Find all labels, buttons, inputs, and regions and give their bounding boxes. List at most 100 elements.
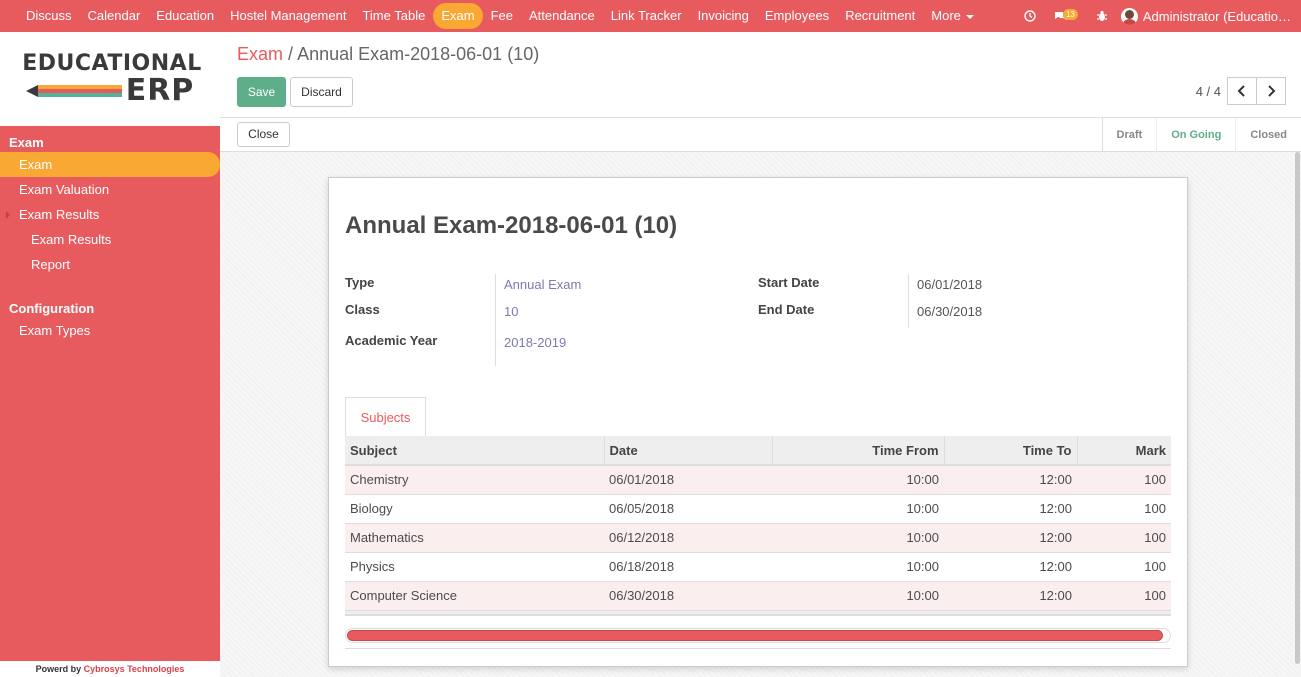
divider: [345, 648, 1171, 649]
column-header-time-from[interactable]: Time From: [772, 436, 945, 466]
sidebar-item-exam[interactable]: Exam: [0, 152, 220, 177]
table-footer-row: [345, 610, 1171, 616]
message-count-badge: 13: [1062, 8, 1078, 20]
bug-icon[interactable]: [1096, 10, 1108, 22]
type-field[interactable]: Annual Exam: [504, 277, 581, 292]
clock-icon[interactable]: [1024, 10, 1036, 22]
table-row[interactable]: Mathematics 06/12/2018 10:00 12:00 100: [345, 523, 1171, 553]
sidebar-item-exam-results-group[interactable]: Exam Results: [0, 202, 220, 227]
column-header-time-to[interactable]: Time To: [944, 436, 1078, 466]
cell-time-from: 10:00: [772, 581, 944, 611]
menu-item-education[interactable]: Education: [148, 3, 222, 29]
pager: 4 / 4: [1196, 77, 1286, 105]
type-label: Type: [345, 275, 375, 290]
menu-item-time-table[interactable]: Time Table: [354, 3, 433, 29]
control-panel: Exam / Annual Exam-2018-06-01 (10) Save …: [220, 32, 1301, 118]
cell-mark: 100: [1077, 523, 1171, 553]
top-navbar: Discuss Calendar Education Hostel Manage…: [0, 0, 1301, 32]
horizontal-scrollbar[interactable]: [345, 628, 1171, 643]
app-menu: Discuss Calendar Education Hostel Manage…: [0, 0, 982, 32]
logo-text-erp: ERP: [125, 73, 195, 108]
sidebar-item-exam-valuation[interactable]: Exam Valuation: [0, 177, 220, 202]
cell-time-from: 10:00: [772, 465, 944, 495]
breadcrumb-current: Annual Exam-2018-06-01 (10): [297, 44, 540, 64]
menu-item-recruitment[interactable]: Recruitment: [837, 3, 923, 29]
menu-item-hostel-management[interactable]: Hostel Management: [222, 3, 354, 29]
pencil-icon: [25, 81, 122, 101]
scrollbar-thumb[interactable]: [347, 630, 1163, 641]
sidebar-item-label: Exam Results: [19, 207, 100, 222]
menu-item-employees[interactable]: Employees: [757, 3, 837, 29]
column-header-mark[interactable]: Mark: [1077, 436, 1171, 466]
cell-date: 06/18/2018: [604, 552, 772, 582]
discard-button[interactable]: Discard: [290, 77, 353, 107]
cell-time-to: 12:00: [944, 465, 1077, 495]
sidebar-item-exam-types[interactable]: Exam Types: [0, 318, 220, 343]
end-date-field[interactable]: 06/30/2018: [917, 304, 982, 319]
stage-closed[interactable]: Closed: [1235, 118, 1301, 152]
avatar: [1120, 7, 1138, 25]
menu-item-fee[interactable]: Fee: [483, 3, 521, 29]
sidebar-section-exam: Exam: [9, 135, 44, 150]
powered-brand-link[interactable]: Cybrosys Technologies: [84, 664, 185, 674]
menu-item-attendance[interactable]: Attendance: [521, 3, 603, 29]
stage-draft[interactable]: Draft: [1103, 118, 1157, 152]
menu-item-link-tracker[interactable]: Link Tracker: [603, 3, 690, 29]
table-row[interactable]: Computer Science 06/30/2018 10:00 12:00 …: [345, 581, 1171, 611]
menu-item-invoicing[interactable]: Invoicing: [690, 3, 757, 29]
menu-item-exam[interactable]: Exam: [433, 3, 483, 29]
cell-time-to: 12:00: [944, 523, 1077, 553]
pager-value[interactable]: 4 / 4: [1196, 84, 1221, 99]
stage-pipeline: Draft On Going Closed: [1101, 118, 1301, 152]
menu-item-more[interactable]: More: [923, 3, 982, 29]
academic-year-field[interactable]: 2018-2019: [504, 335, 566, 350]
cell-mark: 100: [1077, 581, 1171, 611]
column-header-date[interactable]: Date: [604, 436, 773, 466]
cell-date: 06/30/2018: [604, 581, 772, 611]
column-header-subject[interactable]: Subject: [345, 436, 605, 466]
table-row[interactable]: Biology 06/05/2018 10:00 12:00 100: [345, 494, 1171, 524]
cell-mark: 100: [1077, 552, 1171, 582]
more-label: More: [931, 8, 961, 23]
pager-previous-button[interactable]: [1227, 77, 1257, 105]
caret-down-icon: [965, 14, 974, 19]
breadcrumb-separator: /: [288, 44, 294, 64]
company-logo[interactable]: EDUCATIONAL ERP: [0, 32, 220, 126]
cell-date: 06/01/2018: [604, 465, 772, 495]
messaging-icon[interactable]: 13: [1054, 8, 1078, 22]
class-field[interactable]: 10: [504, 304, 518, 319]
close-button[interactable]: Close: [237, 122, 290, 147]
status-bar: Close Draft On Going Closed: [220, 118, 1301, 152]
sidebar: EDUCATIONAL ERP Exam Exam Exam Valuation…: [0, 32, 220, 677]
stage-on-going[interactable]: On Going: [1156, 118, 1235, 152]
breadcrumb: Exam / Annual Exam-2018-06-01 (10): [237, 44, 539, 65]
caret-right-icon: [6, 211, 10, 219]
pager-next-button[interactable]: [1256, 77, 1286, 105]
table-row[interactable]: Chemistry 06/01/2018 10:00 12:00 100: [345, 465, 1171, 495]
table-row[interactable]: Physics 06/18/2018 10:00 12:00 100: [345, 552, 1171, 582]
tab-subjects[interactable]: Subjects: [345, 397, 426, 437]
cell-time-to: 12:00: [944, 552, 1077, 582]
menu-item-discuss[interactable]: Discuss: [18, 3, 80, 29]
field-divider: [495, 274, 496, 366]
cell-subject: Biology: [345, 494, 604, 524]
sidebar-item-report[interactable]: Report: [0, 252, 220, 277]
table-header-row: Subject Date Time From Time To Mark: [345, 436, 1171, 466]
cell-time-to: 12:00: [944, 581, 1077, 611]
chevron-left-icon: [1237, 85, 1245, 97]
menu-item-calendar[interactable]: Calendar: [80, 3, 149, 29]
cell-time-to: 12:00: [944, 494, 1077, 524]
start-date-field[interactable]: 06/01/2018: [917, 277, 982, 292]
user-menu[interactable]: Administrator (Educatio…: [1120, 7, 1291, 25]
save-button[interactable]: Save: [237, 77, 286, 107]
academic-year-label: Academic Year: [345, 333, 438, 348]
sidebar-item-exam-results[interactable]: Exam Results: [0, 227, 220, 252]
cell-date: 06/05/2018: [604, 494, 772, 524]
powered-by-footer: Powerd by Cybrosys Technologies: [0, 661, 220, 677]
start-date-label: Start Date: [758, 275, 820, 290]
end-date-label: End Date: [758, 302, 815, 317]
vertical-scrollbar[interactable]: [1295, 152, 1300, 664]
sidebar-menu: Exam Exam Exam Valuation Exam Results Ex…: [0, 126, 220, 343]
cell-mark: 100: [1077, 494, 1171, 524]
breadcrumb-exam-link[interactable]: Exam: [237, 44, 283, 64]
